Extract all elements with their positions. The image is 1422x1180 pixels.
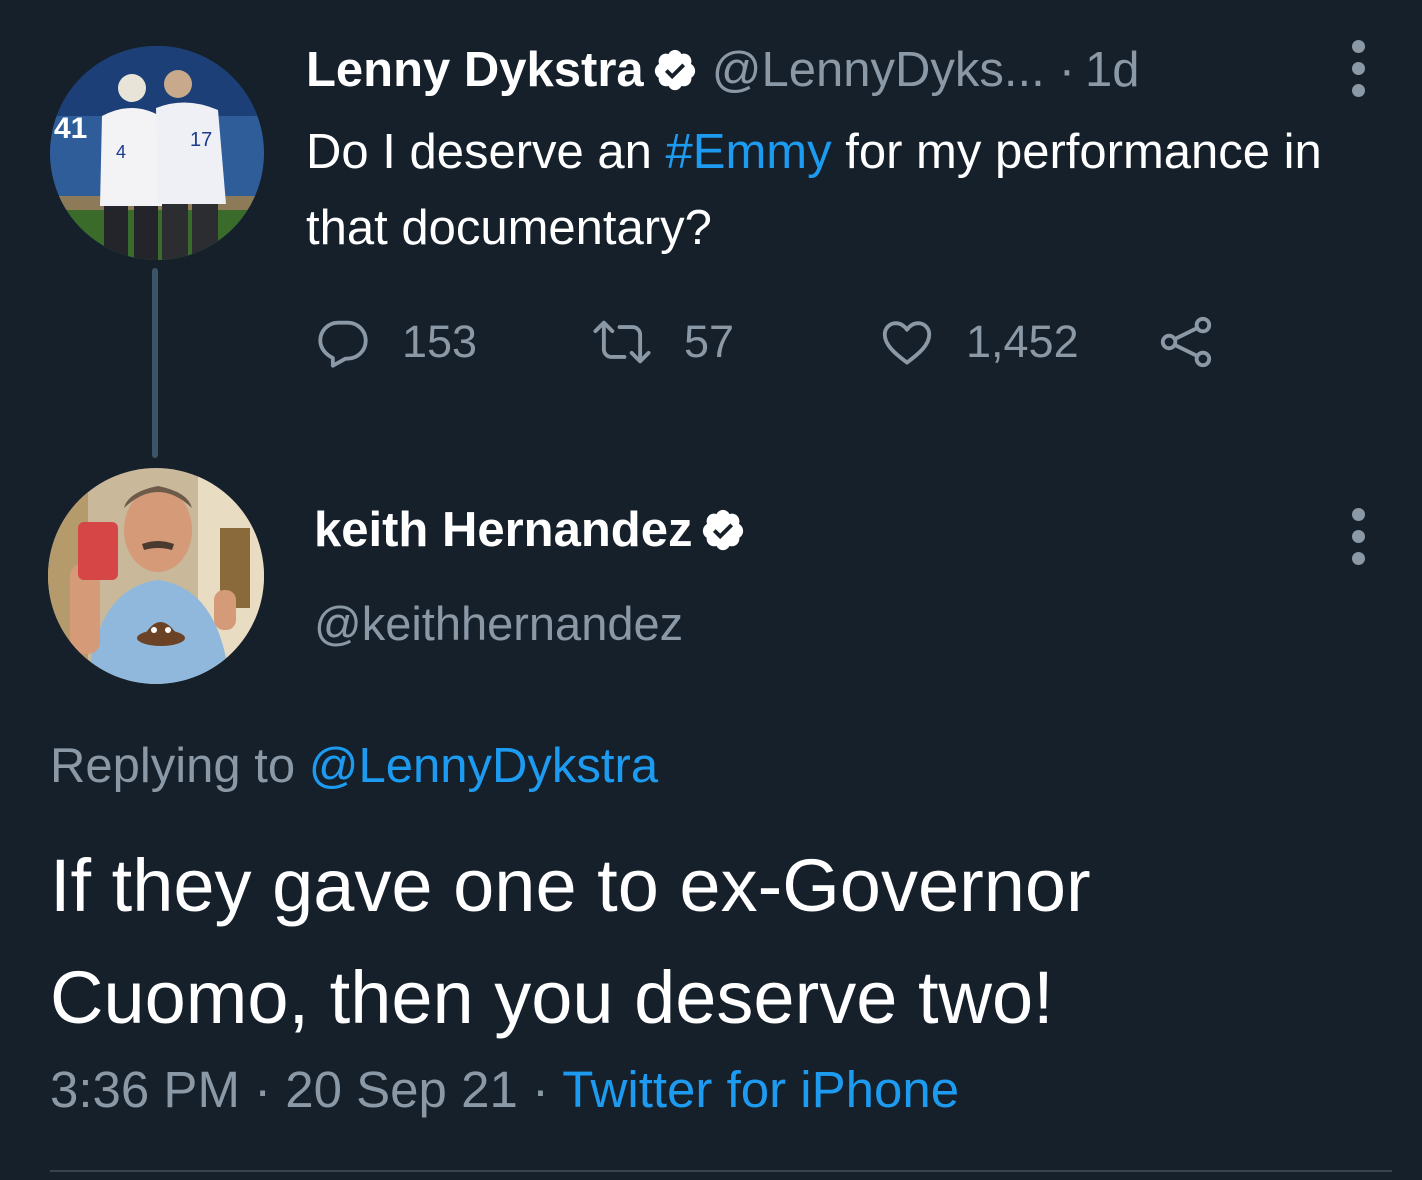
header-separator: · xyxy=(1058,43,1076,97)
focus-tweet-header: keith Hernandez xyxy=(314,498,746,562)
heart-icon xyxy=(882,321,932,365)
share-button[interactable] xyxy=(1156,312,1216,372)
retweet-button[interactable]: 57 xyxy=(590,312,734,372)
reply-button[interactable]: 153 xyxy=(314,312,477,372)
verified-badge-icon xyxy=(703,509,744,551)
avatar-keith-hernandez[interactable] xyxy=(48,468,264,684)
retweet-icon xyxy=(593,320,651,364)
meta-separator: · xyxy=(254,1061,272,1118)
focus-tweet-text: If they gave one to ex-Governor Cuomo, t… xyxy=(50,844,1091,1039)
thread-connector-line xyxy=(152,268,158,458)
more-options-icon[interactable] xyxy=(1348,508,1368,565)
more-options-icon[interactable] xyxy=(1348,40,1368,97)
replying-label: Replying to xyxy=(50,739,309,793)
svg-text:41: 41 xyxy=(54,112,87,145)
reply-icon xyxy=(318,320,368,368)
focus-display-name[interactable]: keith Hernandez xyxy=(314,502,692,558)
avatar-image: 41 4 17 xyxy=(50,46,264,260)
like-button[interactable]: 1,452 xyxy=(878,312,1079,372)
parent-tweet-header: Lenny Dykstra @LennyDyks... · 1d xyxy=(306,38,1140,102)
share-icon xyxy=(1160,316,1212,368)
tweet-metadata: 3:36 PM · 20 Sep 21 · Twitter for iPhone xyxy=(50,1060,959,1119)
tweet-source-link[interactable]: Twitter for iPhone xyxy=(562,1061,959,1118)
tweet-thread: 41 4 17 Lenny Dykstra @LennyDyks... · 1d xyxy=(0,0,1422,1180)
parent-timestamp[interactable]: 1d xyxy=(1085,42,1140,98)
parent-handle[interactable]: @LennyDyks... xyxy=(712,42,1045,98)
tweet-date[interactable]: 20 Sep 21 xyxy=(285,1061,518,1118)
replying-to: Replying to @LennyDykstra xyxy=(50,738,658,794)
meta-separator: · xyxy=(531,1061,549,1118)
svg-text:17: 17 xyxy=(190,129,212,151)
hashtag-link[interactable]: #Emmy xyxy=(666,125,832,179)
parent-tweet-text: Do I deserve an #Emmy for my performance… xyxy=(306,114,1326,266)
replying-mention-link[interactable]: @LennyDykstra xyxy=(309,739,658,793)
parent-action-bar: 153 57 1,452 xyxy=(314,312,1274,372)
verified-badge-icon xyxy=(654,49,695,91)
avatar-lenny-dykstra[interactable]: 41 4 17 xyxy=(50,46,264,260)
tweet-time[interactable]: 3:36 PM xyxy=(50,1061,240,1118)
parent-display-name[interactable]: Lenny Dykstra xyxy=(306,42,644,98)
svg-text:4: 4 xyxy=(116,142,126,162)
like-count: 1,452 xyxy=(966,316,1079,367)
avatar-image xyxy=(48,468,264,684)
reply-count: 153 xyxy=(402,316,478,367)
parent-text-part: Do I deserve an xyxy=(306,125,666,179)
divider xyxy=(50,1170,1392,1172)
focus-handle[interactable]: @keithhernandez xyxy=(314,596,683,651)
retweet-count: 57 xyxy=(684,316,735,367)
